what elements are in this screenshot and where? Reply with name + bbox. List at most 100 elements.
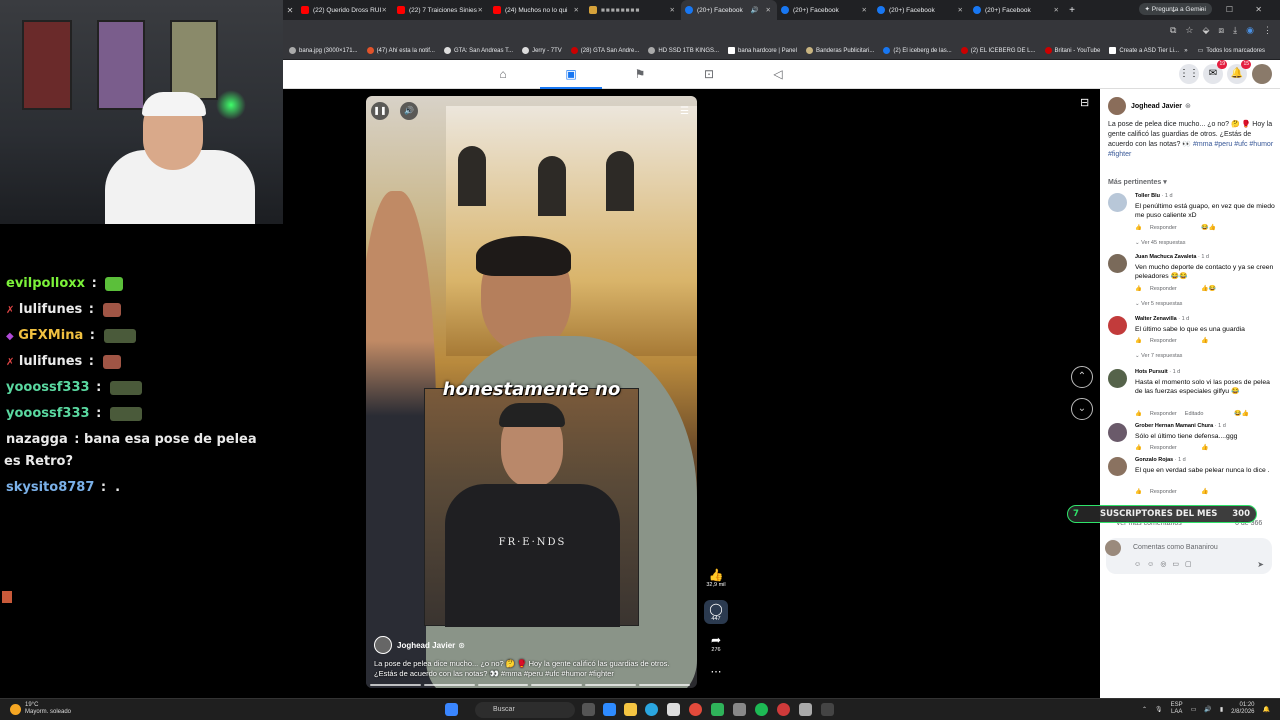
avatar[interactable] — [1108, 423, 1127, 442]
app-icon[interactable] — [733, 703, 746, 716]
share-button[interactable]: ➦ 276 — [704, 633, 728, 653]
ads-megaphone-icon[interactable]: ◁ — [771, 67, 785, 81]
reply-button[interactable]: Responder — [1150, 338, 1177, 344]
avatar[interactable] — [1108, 457, 1127, 476]
app-icon[interactable] — [711, 703, 724, 716]
close-icon[interactable]: ✕ — [574, 6, 579, 14]
reaction-icons[interactable]: 👍 — [1201, 337, 1208, 344]
pause-button[interactable]: ❚❚ — [371, 102, 389, 120]
menu-icon[interactable]: ⋮ — [1263, 25, 1272, 36]
close-icon[interactable]: ✕ — [283, 6, 297, 15]
browser-tab[interactable]: (20+) Facebook ✕ — [969, 0, 1065, 20]
reaction-icons[interactable]: 😂👍 — [1234, 410, 1249, 417]
bookmark[interactable]: Jerry - 7TV — [522, 47, 562, 54]
browser-tab[interactable]: (24) Muchos no lo qui ✕ — [489, 0, 585, 20]
notifications-bell-icon[interactable]: 🔔 15 — [1227, 60, 1251, 84]
reply-button[interactable]: Responder — [1150, 225, 1177, 231]
marketplace-icon[interactable]: ⊡ — [702, 67, 716, 81]
bookmark[interactable]: (47) Ahí esta la notif... — [366, 47, 435, 54]
browser-tab[interactable]: (22) 7 Traiciones Sinies ✕ — [393, 0, 489, 20]
all-bookmarks[interactable]: » ▭ Todos los marcadores — [1184, 47, 1265, 55]
video-progress[interactable] — [370, 684, 690, 686]
start-windows-icon[interactable] — [445, 703, 458, 716]
browser-tab-active[interactable]: (20+) Facebook 🔊 ✕ — [681, 0, 777, 20]
bookmark[interactable]: (28) GTA San Andre... — [570, 47, 639, 54]
expand-panel-icon[interactable]: ⊟ — [1080, 96, 1089, 109]
spotify-icon[interactable] — [755, 703, 768, 716]
bookmark[interactable]: Banderas Publicitari... — [805, 47, 874, 54]
battery-icon[interactable]: ▮ — [1220, 706, 1223, 713]
pages-flag-icon[interactable]: ⚑ — [633, 67, 647, 81]
bookmark[interactable]: (2) El iceberg de las... — [883, 47, 952, 54]
reply-button[interactable]: Responder — [1150, 411, 1177, 417]
author-avatar[interactable] — [1108, 97, 1126, 115]
avatar[interactable] — [1108, 316, 1127, 335]
reply-button[interactable]: Responder — [1150, 489, 1177, 495]
like-icon[interactable]: 👍 — [1135, 286, 1142, 292]
mic-icon[interactable]: 🎙 — [1155, 706, 1163, 713]
store-icon[interactable] — [667, 703, 680, 716]
browser-tab[interactable]: (20+) Facebook ✕ — [873, 0, 969, 20]
menu-grid-icon[interactable]: ⋮⋮ — [1179, 64, 1199, 84]
bookmark[interactable]: Britani - YouTube — [1044, 47, 1100, 54]
view-replies[interactable]: ⌄ Ver 45 respuestas — [1135, 240, 1185, 246]
browser-tab[interactable]: (22) Querido Dross RUI ✕ — [297, 0, 393, 20]
comment-sort-dropdown[interactable]: Más pertinentes ▾ — [1108, 178, 1167, 186]
bookmark[interactable]: bana.jpg (3000×171... — [289, 47, 358, 54]
comment-composer[interactable]: Comentas como Bananirou ☺☺◎▭▢ ➤ — [1105, 538, 1272, 574]
comment-author[interactable]: Juan Machuca Zavaleta · 1 d — [1135, 254, 1209, 260]
next-reel-button[interactable]: ⌄ — [1071, 398, 1093, 420]
home-icon[interactable]: ⌂ — [496, 67, 510, 81]
profile-avatar[interactable] — [1252, 64, 1272, 84]
taskbar-search[interactable]: Buscar — [475, 702, 575, 718]
new-tab-button[interactable]: + — [1065, 5, 1079, 16]
author-avatar[interactable] — [374, 636, 392, 654]
task-view-icon[interactable] — [582, 703, 595, 716]
notifications-icon[interactable]: 🔔 — [1263, 706, 1270, 713]
previous-reel-button[interactable]: ⌃ — [1071, 366, 1093, 388]
reaction-icons[interactable]: 👍😂 — [1201, 285, 1216, 292]
reaction-icons[interactable]: 👍 — [1201, 444, 1208, 451]
avatar[interactable] — [1108, 254, 1127, 273]
composer-tools[interactable]: ☺☺◎▭▢ — [1134, 560, 1198, 568]
clock[interactable]: 01:20 2/8/2026 — [1231, 702, 1254, 716]
video-author[interactable]: Joghead Javier ⊛ — [374, 636, 465, 654]
window-controls[interactable]: ⌄ – ☐ ✕ — [1170, 5, 1272, 14]
close-icon[interactable]: ✕ — [1054, 6, 1059, 14]
view-replies[interactable]: ⌄ Ver 7 respuestas — [1135, 353, 1182, 359]
close-icon[interactable]: ✕ — [478, 6, 483, 14]
bookmark[interactable]: HD SSD 1TB KINGS... — [648, 47, 719, 54]
download-icon[interactable]: ⤓ — [1233, 25, 1237, 36]
like-icon[interactable]: 👍 — [1135, 338, 1142, 344]
avatar[interactable] — [1108, 193, 1127, 212]
messenger-icon[interactable]: ✉ 19 — [1203, 60, 1227, 84]
like-button[interactable]: 👍 32,9 mil — [704, 568, 728, 588]
close-icon[interactable]: ✕ — [382, 6, 387, 14]
cast-icon[interactable]: ⧉ — [1170, 25, 1176, 36]
like-icon[interactable]: 👍 — [1135, 411, 1142, 417]
star-icon[interactable]: ☆ — [1185, 25, 1193, 36]
close-icon[interactable]: ✕ — [862, 6, 867, 14]
comment-author[interactable]: Walter Zenavilla · 1 d — [1135, 316, 1189, 322]
extension-icon[interactable]: ⬙ — [1203, 25, 1210, 36]
view-replies[interactable]: ⌄ Ver 5 respuestas — [1135, 301, 1182, 307]
close-icon[interactable]: ✕ — [958, 6, 963, 14]
browser-tab[interactable]: (20+) Facebook ✕ — [777, 0, 873, 20]
avatar[interactable] — [1108, 369, 1127, 388]
bookmark[interactable]: (2) EL ICEBERG DE L... — [960, 47, 1036, 54]
mail-icon[interactable] — [603, 703, 616, 716]
bookmark[interactable]: GTA: San Andreas T... — [443, 47, 513, 54]
reaction-icons[interactable]: 👍 — [1201, 488, 1208, 495]
comment-author[interactable]: Gonzalo Rojas · 1 d — [1135, 457, 1186, 463]
comment-button[interactable]: ◯ 447 — [704, 600, 728, 624]
list-menu-icon[interactable]: ☰ — [680, 106, 689, 117]
extensions-puzzle-icon[interactable]: ⧈ — [1218, 25, 1224, 36]
speaker-icon[interactable]: 🔊 — [751, 6, 759, 14]
comment-author[interactable]: Hots Pursuit · 1 d — [1135, 369, 1180, 375]
like-icon[interactable]: 👍 — [1135, 489, 1142, 495]
app-icon[interactable] — [821, 703, 834, 716]
comment-input[interactable]: Comentas como Bananirou — [1133, 544, 1218, 551]
reaction-icons[interactable]: 😂👍 — [1201, 224, 1216, 231]
display-icon[interactable]: ▭ — [1191, 706, 1197, 713]
chevron-up-icon[interactable]: ⌃ — [1142, 706, 1147, 713]
